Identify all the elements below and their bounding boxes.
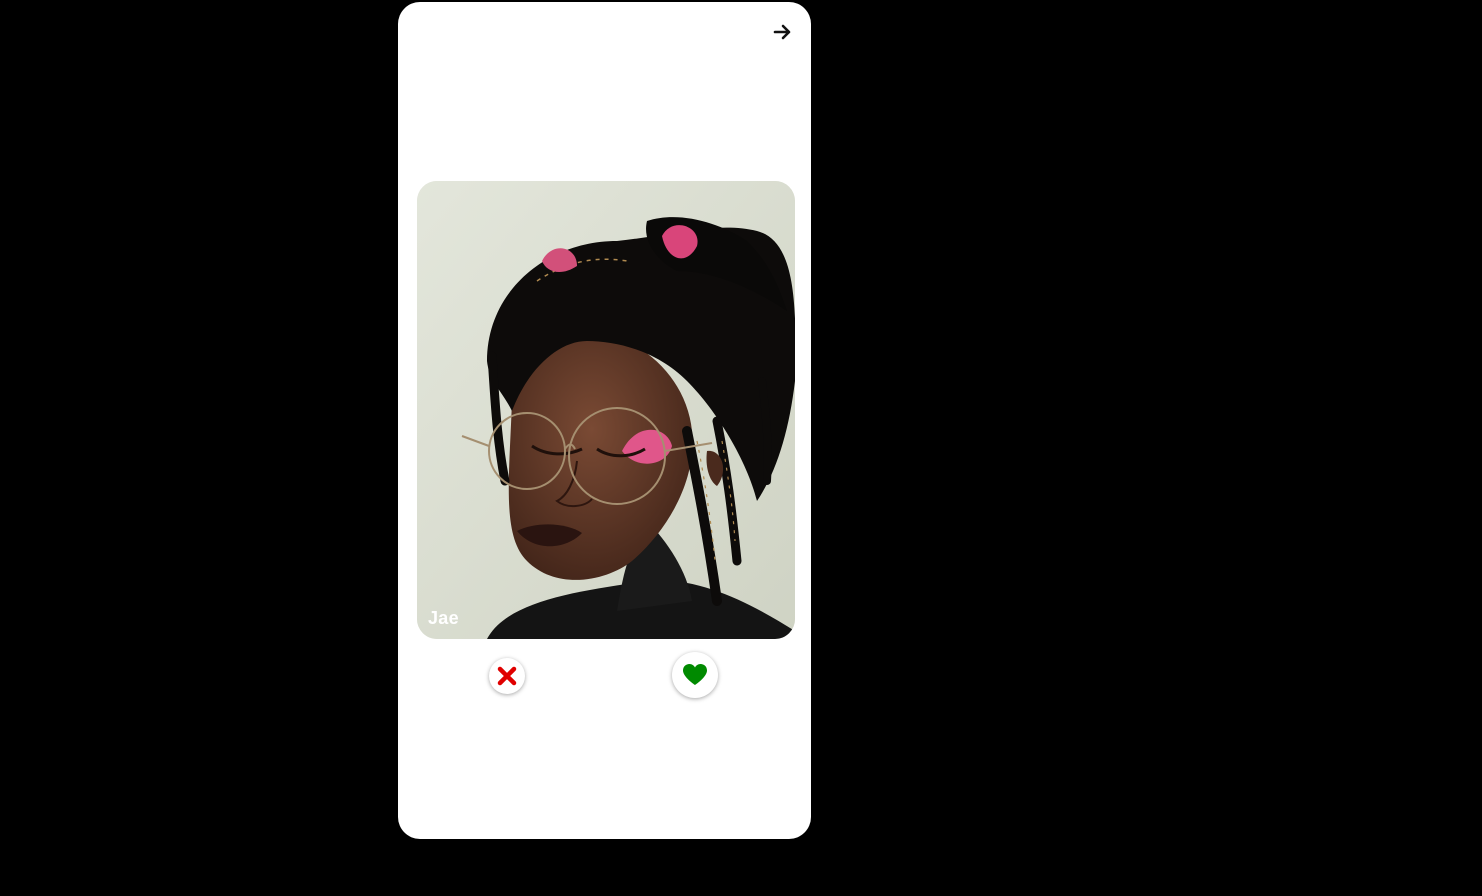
heart-icon bbox=[683, 664, 707, 685]
profile-card[interactable]: Jae bbox=[417, 181, 795, 639]
next-button[interactable] bbox=[768, 18, 798, 46]
profile-name: Jae bbox=[428, 608, 459, 628]
profile-photo bbox=[417, 181, 795, 639]
phone-screen: Jae bbox=[398, 2, 811, 839]
arrow-right-icon bbox=[773, 24, 791, 40]
like-button[interactable] bbox=[672, 652, 718, 698]
dislike-button[interactable] bbox=[489, 658, 525, 694]
x-icon bbox=[497, 666, 517, 686]
